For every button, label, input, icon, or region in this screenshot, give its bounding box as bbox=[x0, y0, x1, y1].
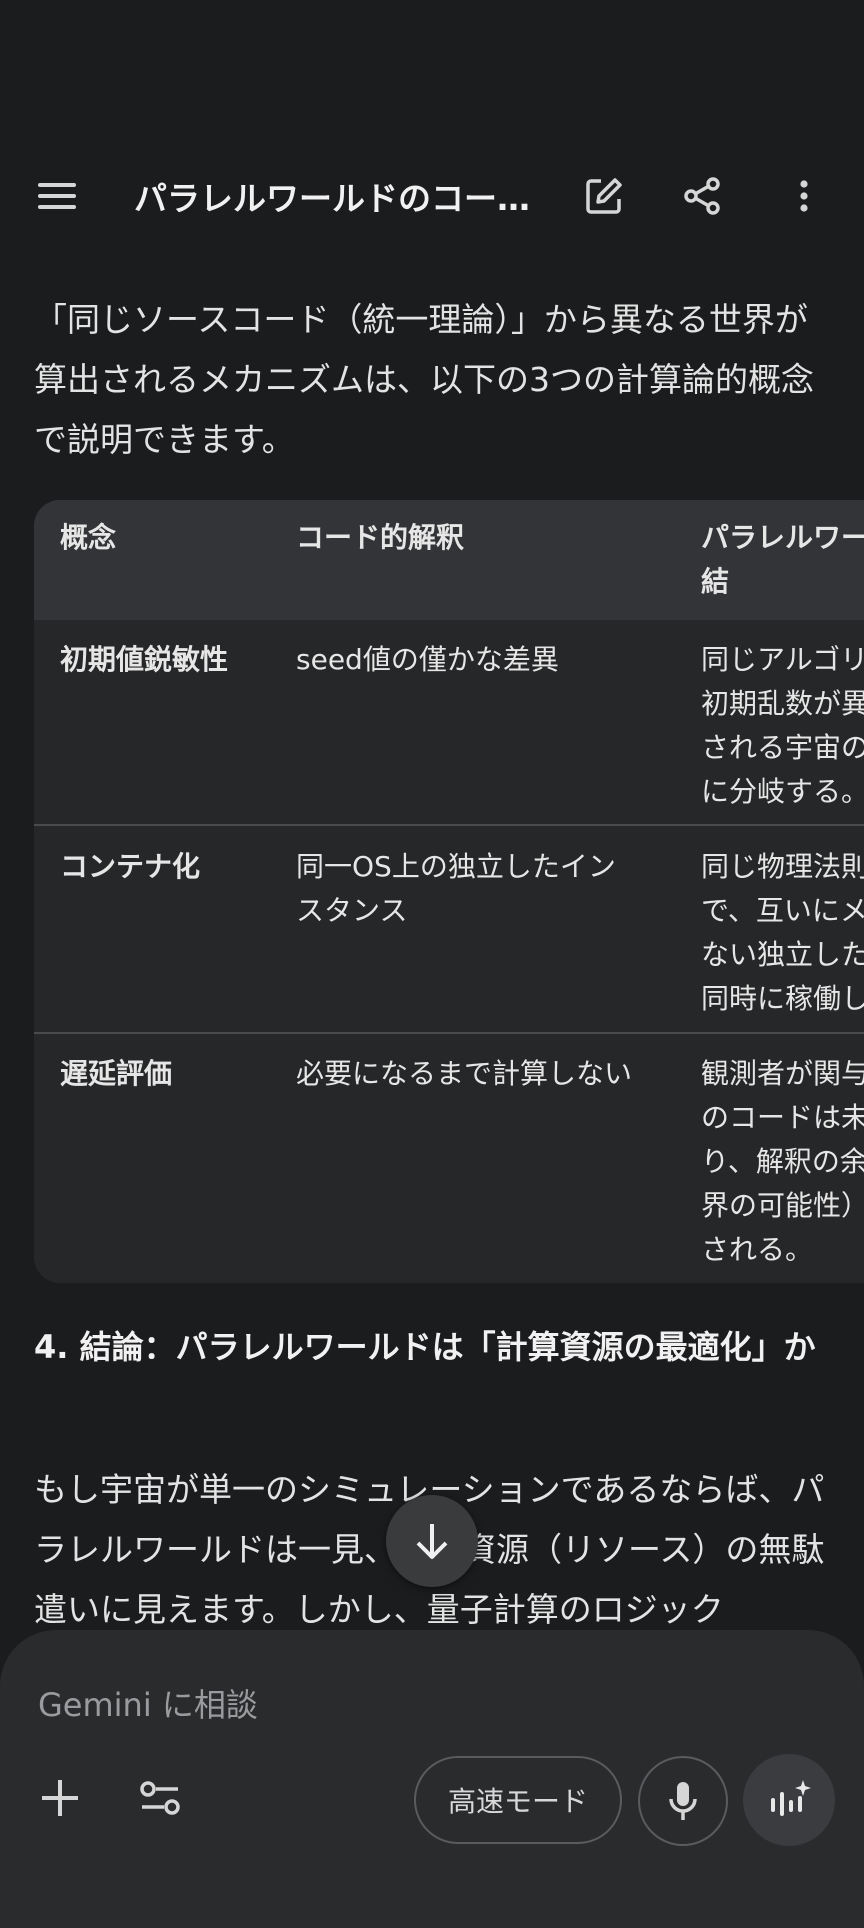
mode-label: 高速モード bbox=[447, 1785, 588, 1818]
share-icon[interactable] bbox=[676, 170, 728, 222]
cell-result: 観測者が関与 のコードは未 り、解釈の余 界の可能性） される。 bbox=[701, 1057, 864, 1266]
cell-code: 必要になるまで計算しない bbox=[296, 1057, 633, 1090]
menu-icon[interactable] bbox=[32, 170, 84, 222]
tools-icon[interactable] bbox=[132, 1770, 188, 1826]
mic-button[interactable] bbox=[638, 1756, 728, 1846]
composer: Gemini に相談 高速モード bbox=[0, 1630, 864, 1928]
plus-icon[interactable] bbox=[32, 1770, 88, 1826]
more-vert-icon[interactable] bbox=[778, 170, 830, 222]
arrow-down-icon bbox=[416, 1524, 448, 1559]
row-divider bbox=[34, 824, 864, 826]
section-heading: 4. 結論：パラレルワールドは「計算資源の最適化」か bbox=[34, 1328, 816, 1366]
cell-result: 同じアルゴリ 初期乱数が異 される宇宙の に分岐する。 bbox=[701, 643, 864, 808]
top-app-bar: パラレルワールドのコー… bbox=[0, 0, 864, 250]
cell-concept: 初期値鋭敏性 bbox=[60, 643, 229, 676]
live-icon bbox=[771, 1780, 811, 1816]
cell-code: 同一OS上の独立したインスタンス bbox=[296, 850, 616, 927]
header-cell-code: コード的解釈 bbox=[296, 521, 465, 554]
row-divider bbox=[34, 1032, 864, 1034]
comparison-table: 概念 コード的解釈 パラレルワー 結 初期値鋭敏性 seed値の僅かな差異 同じ… bbox=[34, 500, 864, 1283]
cell-code: seed値の僅かな差異 bbox=[296, 643, 559, 676]
mode-selector-button[interactable]: 高速モード bbox=[414, 1756, 622, 1844]
cell-concept: 遅延評価 bbox=[60, 1057, 173, 1090]
table-header: 概念 コード的解釈 パラレルワー 結 bbox=[34, 500, 864, 620]
prompt-input[interactable]: Gemini に相談 bbox=[38, 1680, 258, 1726]
mic-icon bbox=[669, 1782, 697, 1820]
cell-result: 同じ物理法則 で、互いにメ ない独立した 同時に稼働し bbox=[701, 850, 864, 1015]
scroll-down-button[interactable] bbox=[386, 1495, 478, 1587]
edit-icon[interactable] bbox=[578, 170, 630, 222]
header-cell-concept: 概念 bbox=[60, 521, 117, 554]
intro-paragraph: 「同じソースコード（統一理論）」から異なる世界が算出されるメカニズムは、以下の3… bbox=[34, 300, 814, 459]
cell-concept: コンテナ化 bbox=[60, 850, 201, 883]
header-cell-result: パラレルワー 結 bbox=[701, 521, 864, 598]
page-title: パラレルワールドのコー… bbox=[134, 179, 530, 218]
live-button[interactable] bbox=[743, 1754, 835, 1846]
